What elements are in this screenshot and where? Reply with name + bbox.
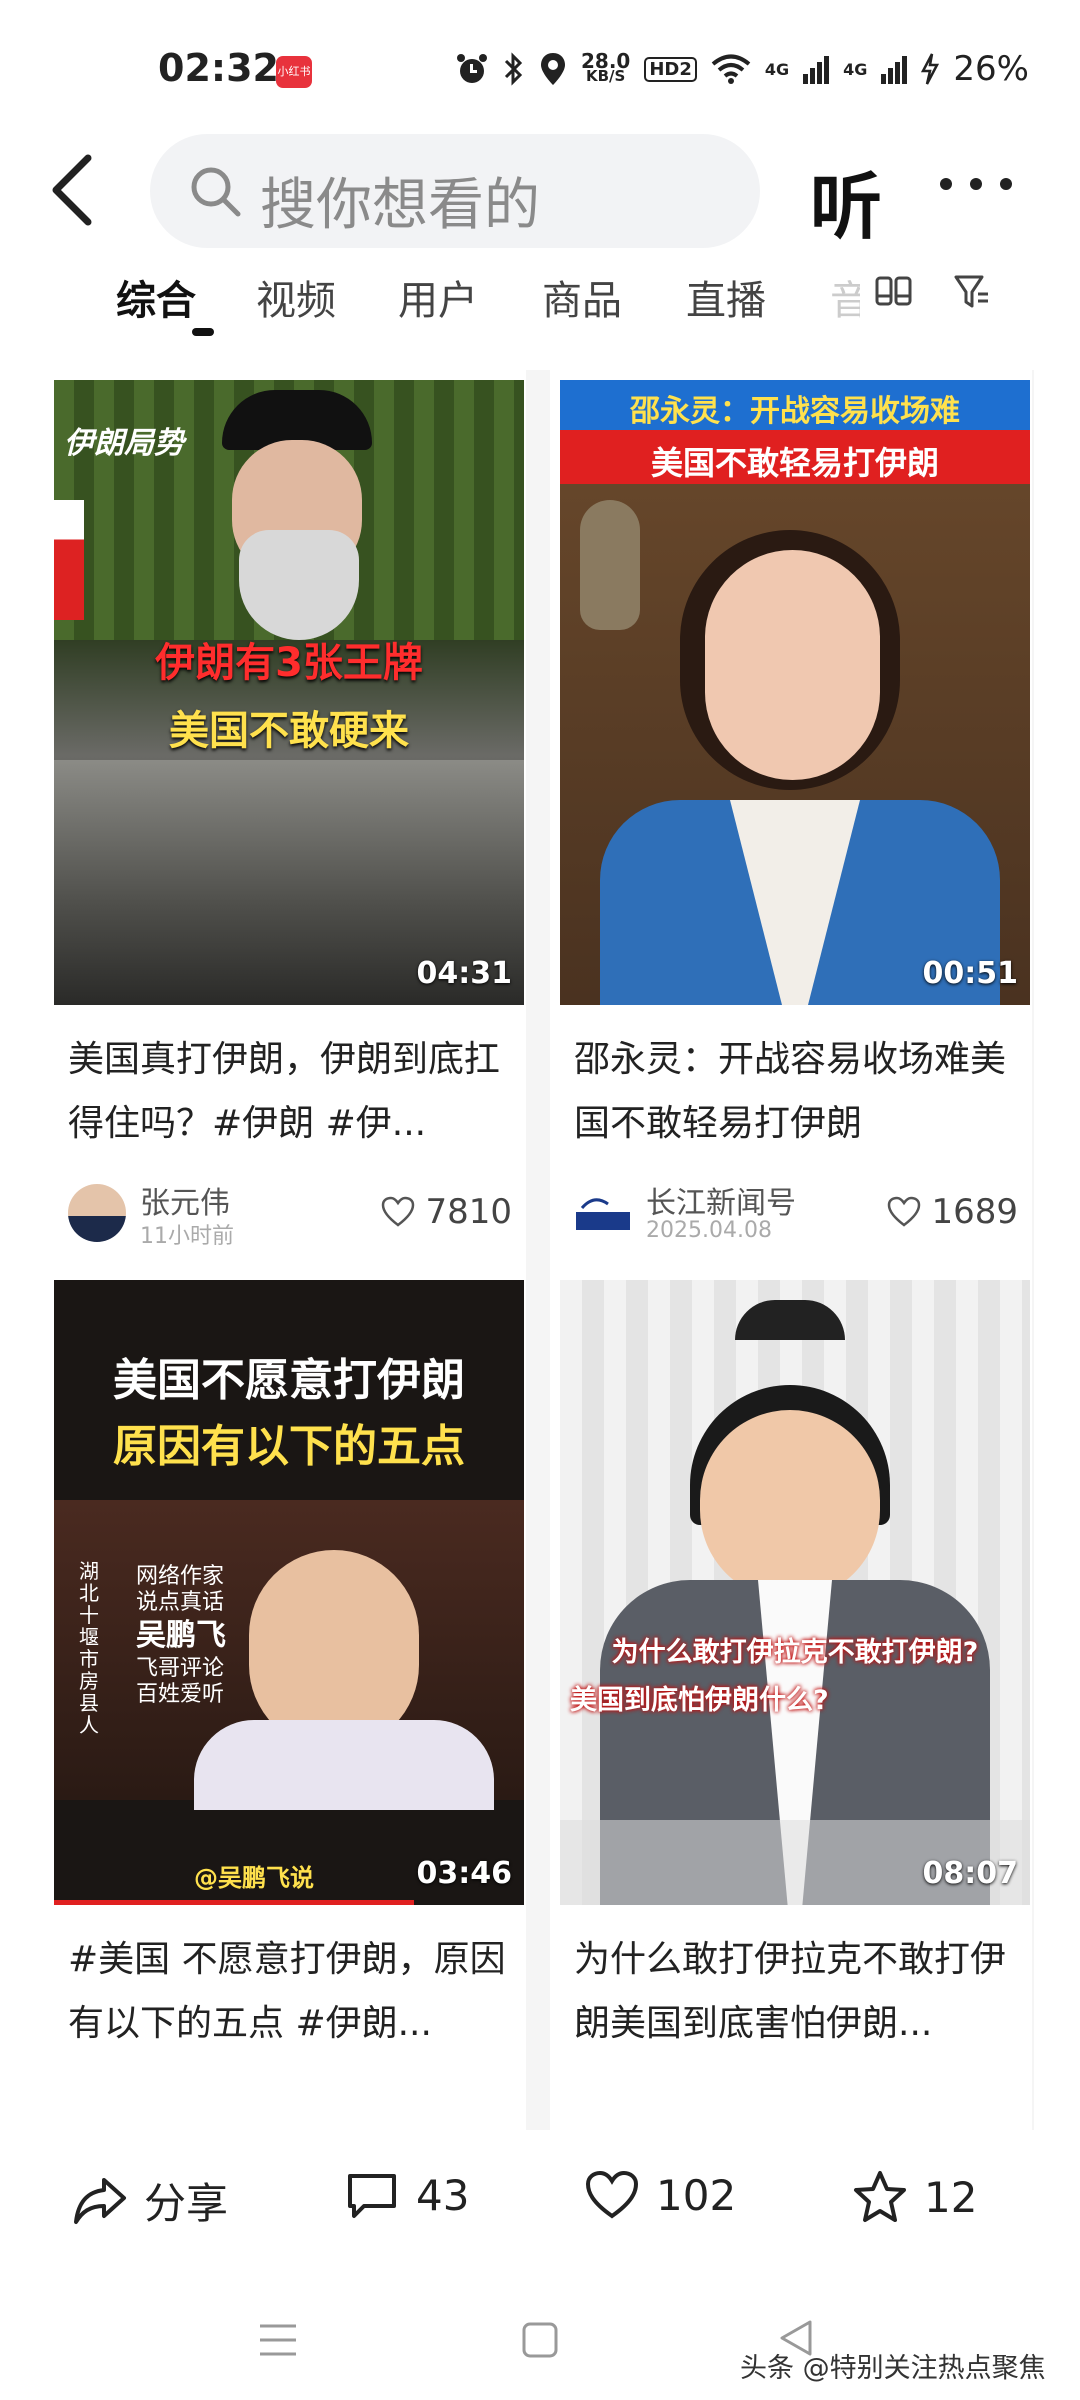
like-count[interactable]: 7810	[381, 1192, 512, 1232]
hd-icon: HD2	[644, 56, 697, 82]
action-bar: 分享 43 102 12	[0, 2130, 1080, 2270]
video-thumbnail[interactable]: 为什么敢打伊拉克不敢打伊朗? 美国到底怕伊朗什么? 08:07	[560, 1280, 1030, 1905]
watermark-text: 头条 @特别关注热点聚焦	[740, 2353, 1046, 2384]
battery-level: 26%	[953, 49, 1029, 89]
post-time: 11小时前	[140, 1224, 234, 1249]
wifi-icon	[711, 54, 751, 84]
heart-icon	[585, 2170, 639, 2219]
video-title[interactable]: 为什么敢打伊拉克不敢打伊朗美国到底害怕伊朗...	[574, 1928, 1014, 2056]
progress-line	[54, 1900, 414, 1905]
overlay-line1: 邵永灵：开战容易收场难	[630, 394, 960, 429]
net-speed: 28.0 KB/S	[581, 49, 631, 85]
video-duration: 04:31	[416, 956, 513, 991]
tab-all[interactable]: 综合	[116, 268, 196, 326]
star-icon	[854, 2171, 906, 2222]
overlay-line2: 美国到底怕伊朗什么?	[570, 1685, 829, 1716]
video-card[interactable]: 美国不愿意打伊朗 原因有以下的五点 湖北十堰市房县人 网络作家 说点真话 吴鹏飞…	[44, 1270, 526, 2130]
tab-video[interactable]: 视频	[256, 268, 336, 326]
back-arrow-icon[interactable]	[44, 150, 104, 230]
overlay-line1: 为什么敢打伊拉克不敢打伊朗?	[611, 1637, 979, 1668]
share-button[interactable]: 分享	[72, 2170, 228, 2231]
video-duration: 00:51	[922, 956, 1019, 991]
home-nav-icon[interactable]	[520, 2320, 560, 2360]
signal-bars-1-icon	[803, 56, 830, 84]
overlay-line1: 伊朗有3张王牌	[155, 640, 423, 686]
location-icon	[541, 53, 565, 85]
comment-icon	[348, 2174, 396, 2218]
signal-bars-2-icon	[881, 56, 908, 84]
active-tab-indicator	[192, 328, 214, 336]
video-card[interactable]: 为什么敢打伊拉克不敢打伊朗? 美国到底怕伊朗什么? 08:07 为什么敢打伊拉克…	[550, 1270, 1032, 2130]
overlay-handle: @吴鹏飞说	[194, 1864, 314, 1892]
video-card[interactable]: 伊朗局势 伊朗有3张王牌 美国不敢硬来 04:31 美国真打伊朗，伊朗到底扛得住…	[44, 370, 526, 1282]
overlay-tag: 伊朗局势	[64, 426, 184, 461]
like-button[interactable]: 102	[584, 2170, 736, 2220]
person-face-image	[705, 550, 880, 780]
like-count[interactable]: 1689	[887, 1192, 1018, 1232]
author-name[interactable]: 张元伟	[140, 1178, 230, 1222]
vase-image	[580, 500, 640, 630]
video-feed: 伊朗局势 伊朗有3张王牌 美国不敢硬来 04:31 美国真打伊朗，伊朗到底扛得住…	[44, 370, 1034, 2130]
overlay-line2: 美国不敢轻易打伊朗	[650, 444, 939, 482]
tab-products[interactable]: 商品	[542, 268, 622, 326]
author-row: 张元伟 11小时前 7810	[68, 1178, 512, 1249]
news-logo-icon	[576, 1198, 630, 1230]
tab-music[interactable]: 音	[830, 268, 860, 326]
avatar[interactable]	[574, 1184, 632, 1242]
author-name[interactable]: 长江新闻号	[646, 1178, 796, 1222]
video-card[interactable]: 邵永灵：开战容易收场难 美国不敢轻易打伊朗 00:51 邵永灵：开战容易收场难美…	[550, 370, 1032, 1282]
overlay-line2: 原因有以下的五点	[113, 1421, 465, 1472]
listen-button[interactable]: 听	[810, 148, 882, 253]
tab-live[interactable]: 直播	[686, 268, 766, 326]
video-duration: 08:07	[922, 1856, 1019, 1891]
filter-icon[interactable]	[952, 272, 992, 312]
video-title[interactable]: 美国真打伊朗，伊朗到底扛得住吗？#伊朗 #伊...	[68, 1028, 508, 1156]
overlay-vertical-text: 湖北十堰市房县人	[79, 1559, 99, 1737]
app-badge-icon: 小红书	[276, 56, 312, 88]
video-thumbnail[interactable]: 邵永灵：开战容易收场难 美国不敢轻易打伊朗 00:51	[560, 380, 1030, 1005]
charging-icon	[921, 53, 940, 85]
more-menu-icon[interactable]	[940, 178, 1030, 198]
heart-icon	[888, 1196, 921, 1227]
favorite-button[interactable]: 12	[852, 2170, 977, 2224]
video-duration: 03:46	[416, 1856, 513, 1891]
overlay-line1: 美国不愿意打伊朗	[113, 1355, 465, 1406]
person-head-top	[735, 1300, 845, 1340]
video-thumbnail[interactable]: 伊朗局势 伊朗有3张王牌 美国不敢硬来 04:31	[54, 380, 524, 1005]
heart-icon	[382, 1196, 415, 1227]
video-thumbnail[interactable]: 美国不愿意打伊朗 原因有以下的五点 湖北十堰市房县人 网络作家 说点真话 吴鹏飞…	[54, 1280, 524, 1905]
video-title[interactable]: #美国 不愿意打伊朗，原因有以下的五点 #伊朗...	[68, 1928, 508, 2056]
comment-button[interactable]: 43	[344, 2170, 469, 2220]
author-row: 长江新闻号 2025.04.08 1689	[574, 1178, 1018, 1248]
tab-users[interactable]: 用户	[398, 268, 478, 326]
overlay-line2: 美国不敢硬来	[169, 708, 409, 754]
status-bar: 02:32 小红书 28.0 KB/S HD2 4G 4G 26%	[0, 0, 1080, 130]
shirt-image	[194, 1720, 494, 1810]
bluetooth-icon	[504, 52, 523, 86]
search-icon	[191, 167, 241, 217]
post-time: 2025.04.08	[646, 1218, 772, 1243]
status-icons: 28.0 KB/S HD2 4G 4G 26%	[455, 46, 1029, 92]
status-time: 02:32	[158, 46, 279, 90]
alarm-icon	[457, 54, 487, 83]
share-icon	[74, 2177, 126, 2224]
overlay-side-text: 网络作家 说点真话 吴鹏飞 飞哥评论 百姓爱听	[136, 1564, 226, 1707]
flag-image	[54, 500, 84, 620]
search-placeholder: 搜你想看的	[260, 173, 540, 238]
video-title[interactable]: 邵永灵：开战容易收场难美国不敢轻易打伊朗	[574, 1028, 1014, 1156]
search-input[interactable]: 搜你想看的	[150, 134, 760, 248]
avatar[interactable]	[68, 1184, 126, 1242]
person-face-image	[700, 1410, 880, 1600]
menu-nav-icon[interactable]	[258, 2322, 298, 2358]
signal-1-label: 4G	[764, 59, 790, 79]
signal-2-label: 4G	[843, 59, 868, 79]
layout-toggle-icon[interactable]	[874, 272, 914, 312]
